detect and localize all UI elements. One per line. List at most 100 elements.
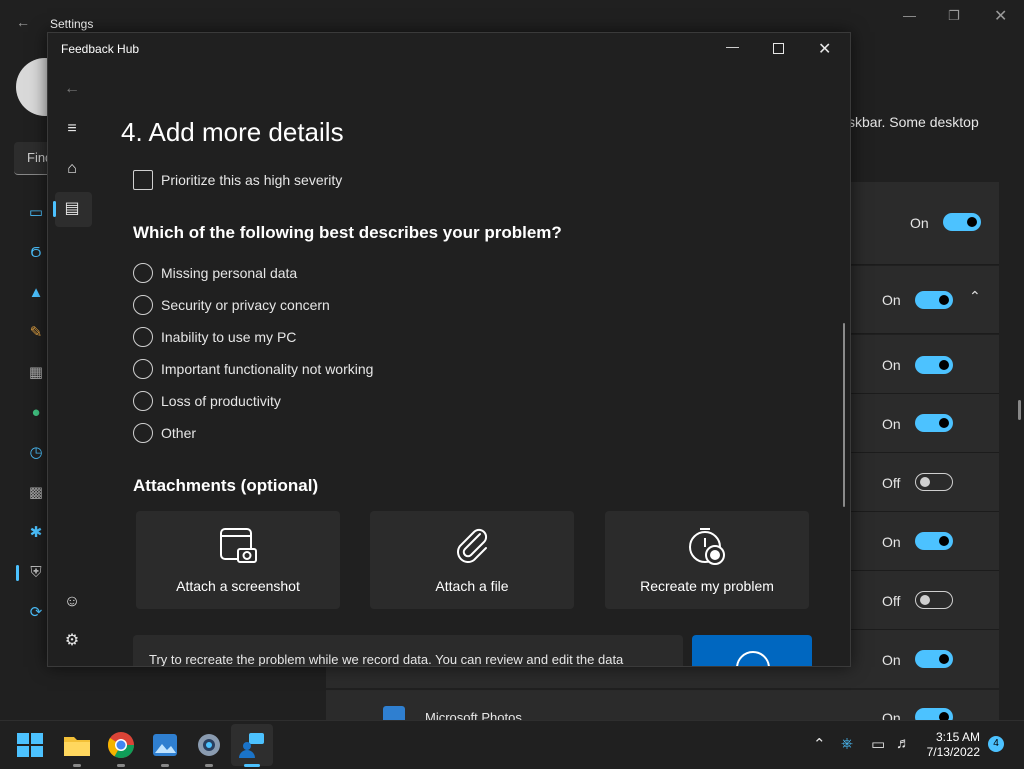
recreate-info-panel: Try to recreate the problem while we rec… [133,635,683,667]
add-account-icon[interactable]: ☺ [62,592,82,612]
settings-title: Settings [50,17,94,31]
back-arrow-icon[interactable]: ← [16,14,30,30]
chevron-up-icon[interactable]: ⌃ [969,288,981,305]
apps-icon[interactable]: ▦ [27,364,45,382]
app-label: Microsoft Photos [425,710,522,720]
feedback-hub-button[interactable] [236,729,268,767]
chrome-icon [107,732,135,759]
toggle-state-label: On [910,215,929,231]
photos-app-icon [383,706,405,720]
setting-row: On [848,335,999,394]
feedback-hub-window: Feedback Hub — ✕ ← ≡ ⌂ ▤ ☺ ⚙ 4. Add more… [47,32,851,667]
toggle-state-label: On [882,416,901,432]
radio-label: Missing personal data [161,265,298,281]
settings-gear-icon[interactable]: ⚙ [62,631,82,651]
network-icon[interactable]: ▭ [871,735,885,753]
attach-file-button[interactable]: Attach a file [370,511,574,609]
toggle-state-label: Off [882,593,901,609]
file-explorer-button[interactable] [61,729,93,767]
setting-toggle[interactable] [915,591,953,609]
maximize-icon[interactable] [773,43,784,54]
windows-update-icon[interactable]: ⟳ [27,604,45,622]
start-button[interactable] [14,729,46,761]
page-heading: 4. Add more details [121,117,344,147]
clock-time: 3:15 AM [935,730,980,744]
setting-row: On ⌃ [848,266,999,334]
radio-missing-personal-data[interactable] [133,263,153,283]
accessibility-icon[interactable]: ✱ [27,524,45,542]
feedback-hub-icon [239,733,264,758]
setting-toggle[interactable] [915,532,953,550]
setting-row: On [848,182,999,265]
minimize-icon[interactable]: — [903,8,916,23]
high-severity-checkbox[interactable] [133,170,153,190]
gaming-icon[interactable]: ▩ [27,484,45,502]
content-scrollbar[interactable] [843,323,845,507]
settings-app-button[interactable] [193,729,225,767]
chrome-button[interactable] [105,729,137,767]
toggle-state-label: Off [882,475,901,491]
radio-label: Loss of productivity [161,393,281,409]
toggle-state-label: On [882,534,901,550]
setting-toggle[interactable] [915,473,953,491]
recreate-problem-button[interactable]: Recreate my problem [605,511,809,609]
attachments-heading: Attachments (optional) [133,476,319,495]
radio-loss-productivity[interactable] [133,391,153,411]
stopwatch-icon [736,651,770,666]
setting-row: On [848,394,999,453]
close-icon[interactable]: ✕ [818,39,831,59]
photos-button[interactable] [149,729,181,767]
notification-badge[interactable]: 4 [988,736,1004,752]
folder-icon [64,737,90,756]
personalization-icon[interactable]: ✎ [27,324,45,342]
toggle-state-label: On [882,652,901,668]
close-icon[interactable]: ✕ [994,6,1007,26]
accounts-icon[interactable]: ● [27,404,45,422]
feedback-icon[interactable]: ▤ [62,199,82,219]
paperclip-icon [370,525,574,570]
high-severity-label: Prioritize this as high severity [161,172,343,188]
setting-toggle[interactable] [943,213,981,231]
settings-description: skbar. Some desktop [848,114,979,130]
restore-icon[interactable]: ❐ [948,8,960,24]
chevron-up-icon[interactable]: ⌃ [813,735,826,753]
problem-question: Which of the following best describes yo… [133,223,562,242]
radio-other[interactable] [133,423,153,443]
clock[interactable]: 3:15 AM 7/13/2022 [927,730,980,760]
clock-date: 7/13/2022 [926,745,980,759]
microphone-icon[interactable]: ⎈ [841,735,853,752]
card-label: Attach a file [435,578,509,594]
radio-label: Security or privacy concern [161,297,330,313]
hamburger-menu-icon[interactable]: ≡ [62,119,82,139]
setting-toggle[interactable] [915,414,953,432]
start-recording-button[interactable] [692,635,812,666]
time-language-icon[interactable]: ◷ [27,444,45,462]
setting-toggle[interactable] [915,291,953,309]
privacy-security-icon[interactable]: ⛨ [27,564,45,582]
minimize-icon[interactable]: — [726,39,739,54]
settings-scrollbar[interactable] [1018,400,1021,420]
bluetooth-icon[interactable]: Ϭ [27,244,45,262]
setting-row: Off [848,571,999,630]
radio-label: Important functionality not working [161,361,374,377]
toggle-state-label: On [882,710,901,720]
network-icon[interactable]: ▲ [27,284,45,302]
toggle-state-label: On [882,357,901,373]
volume-icon[interactable]: ♬ [896,735,911,752]
recreate-info-text: Try to recreate the problem while we rec… [149,652,624,667]
setting-toggle[interactable] [915,650,953,668]
back-arrow-icon[interactable]: ← [62,79,82,99]
setting-toggle[interactable] [915,708,953,720]
nav-selection-indicator [16,565,19,581]
home-icon[interactable]: ⌂ [62,159,82,179]
radio-functionality-not-working[interactable] [133,359,153,379]
toggle-state-label: On [882,292,901,308]
radio-inability-use-pc[interactable] [133,327,153,347]
windows-logo-icon [17,733,43,757]
setting-toggle[interactable] [915,356,953,374]
screenshot-camera-icon [136,525,340,570]
attach-screenshot-button[interactable]: Attach a screenshot [136,511,340,609]
radio-security-privacy[interactable] [133,295,153,315]
system-icon[interactable]: ▭ [27,204,45,222]
app-row: Microsoft Photos On [326,690,999,720]
